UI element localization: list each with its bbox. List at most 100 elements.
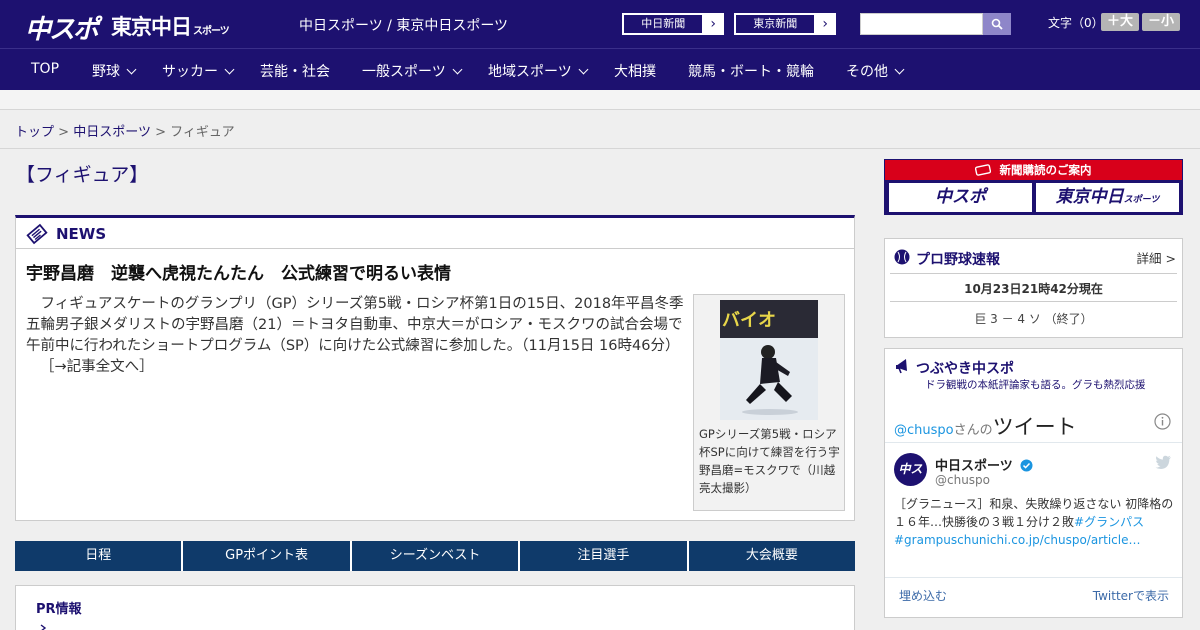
sub-logo-tokyo-small: スポーツ: [1123, 195, 1160, 205]
read-more-link[interactable]: ［→記事全文へ］: [40, 359, 154, 375]
breadcrumb-section[interactable]: 中日スポーツ: [73, 125, 151, 140]
subscription-banner-label: 新聞購読のご案内: [999, 163, 1092, 177]
nav-item-racing[interactable]: 競馬・ボート・競輪: [688, 61, 814, 81]
nav-item-local-sports[interactable]: 地域スポーツ: [488, 61, 589, 81]
nav-label: 大相撲: [614, 64, 656, 80]
nav-item-sumo[interactable]: 大相撲: [614, 61, 656, 81]
font-smaller-button[interactable]: －小: [1142, 13, 1180, 31]
info-icon[interactable]: [1154, 413, 1171, 430]
pr-title: PR情報: [36, 602, 82, 617]
tweet-author-handle[interactable]: @chuspo: [935, 473, 990, 487]
nav-label: 芸能・社会: [260, 64, 330, 80]
breadcrumb-current: フィギュア: [170, 125, 235, 140]
news-box: NEWS 宇野昌磨 逆襲へ虎視たんたん 公式練習で明るい表情 フィギュアスケート…: [15, 215, 855, 521]
tab-event-overview[interactable]: 大会概要: [688, 541, 856, 571]
divider: [885, 577, 1182, 578]
twitter-section-subtitle: ドラ観戦の本紙評論家も語る。グラも熱烈応援: [925, 379, 1146, 391]
baseball-time: 10月23日21時42分現在: [964, 282, 1103, 296]
nav-item-top[interactable]: TOP: [31, 61, 59, 77]
nav-label: 地域スポーツ: [488, 64, 572, 80]
nav-item-soccer[interactable]: サッカー: [162, 61, 235, 81]
news-label: NEWS: [56, 225, 107, 243]
tweets-heading: ツイート: [992, 415, 1077, 439]
nav-item-baseball[interactable]: 野球: [92, 61, 137, 81]
megaphone-icon: [896, 359, 907, 374]
newspaper-icon: [26, 223, 48, 245]
divider: [890, 273, 1177, 274]
chunichi-shimbun-link[interactable]: 中日新聞 ›: [622, 13, 724, 35]
tab-schedule[interactable]: 日程: [15, 541, 184, 571]
news-body: フィギュアスケートのグランプリ（GP）シリーズ第5戦・ロシア杯第1日の15日、2…: [26, 294, 686, 378]
pr-box: PR情報: [15, 585, 855, 630]
nav-item-other[interactable]: その他: [846, 61, 905, 81]
sub-logo-tokyo-text: 東京中日: [1055, 187, 1124, 207]
tab-gp-points[interactable]: GPポイント表: [183, 541, 352, 571]
nav-item-entertainment[interactable]: 芸能・社会: [260, 61, 330, 81]
search-icon: [991, 18, 1003, 30]
baseball-icon: [894, 249, 910, 265]
nav-item-general-sports[interactable]: 一般スポーツ: [362, 61, 463, 81]
tokyo-logo-sub: スポーツ: [193, 26, 230, 37]
tab-season-best[interactable]: シーズンベスト: [351, 541, 521, 571]
tab-featured-skaters[interactable]: 注目選手: [520, 541, 689, 571]
news-body-text: フィギュアスケートのグランプリ（GP）シリーズ第5戦・ロシア杯第1日の15日、2…: [26, 296, 684, 354]
bullet-icon: [40, 624, 46, 630]
nav-label: 競馬・ボート・競輪: [688, 64, 814, 80]
nav-label: 野球: [92, 64, 120, 80]
tokyo-shimbun-link[interactable]: 東京新聞 ›: [734, 13, 836, 35]
nav-label: 一般スポーツ: [362, 64, 446, 80]
avatar[interactable]: 中スポ: [894, 453, 927, 509]
tokyo-chunichi-logo[interactable]: 東京中日 スポーツ: [111, 11, 230, 41]
figure-tabs: 日程 GPポイント表 シーズンベスト 注目選手 大会概要: [15, 541, 856, 571]
sub-logo-chuspo[interactable]: 中スポ: [889, 183, 1032, 212]
twitter-card: つぶやき中スポ ドラ観戦の本紙評論家も語る。グラも熱烈応援 @chuspoさんの…: [884, 348, 1183, 618]
baseball-card: プロ野球速報 詳細 > 10月23日21時42分現在 巨 3 － 4 ソ （終了…: [884, 238, 1183, 338]
chuspo-logo[interactable]: 中スポ: [25, 9, 99, 46]
breadcrumb-separator: >: [155, 125, 166, 140]
breadcrumb: トップ > 中日スポーツ > フィギュア: [15, 121, 235, 140]
divider: [890, 301, 1177, 302]
chevron-down-icon: [894, 64, 905, 75]
embed-link[interactable]: 埋め込む: [899, 587, 947, 604]
nav-label: その他: [846, 64, 888, 80]
news-photo[interactable]: バイオ: [720, 300, 818, 420]
handle-suffix: さんの: [953, 423, 993, 438]
skater-image: バイオ: [720, 300, 818, 420]
main-nav: TOP 野球 サッカー 芸能・社会 一般スポーツ 地域スポーツ 大相撲 競馬・ボ…: [0, 48, 1200, 90]
author-name-text: 中日スポーツ: [935, 459, 1013, 474]
twitter-handle-link[interactable]: @chuspoさんのツイート: [894, 411, 1077, 441]
baseball-detail-link[interactable]: 詳細 >: [1137, 248, 1176, 267]
subscription-banner-title: 新聞購読のご案内: [885, 160, 1182, 180]
tweet-url-link[interactable]: #grampuschunichi.co.jp/chuspo/article…: [894, 533, 1140, 547]
nav-label: TOP: [31, 61, 60, 77]
nav-label: サッカー: [162, 64, 218, 80]
breadcrumb-separator: >: [58, 125, 70, 140]
view-on-twitter-link[interactable]: Twitterで表示: [1093, 587, 1169, 604]
news-photo-box: バイオ GPシリーズ第5戦・ロシア杯SPに向けて練習を行う宇野昌磨=モスクワで（…: [693, 294, 845, 511]
news-headline[interactable]: 宇野昌磨 逆襲へ虎視たんたん 公式練習で明るい表情: [26, 259, 451, 284]
photo-banner-text: バイオ: [722, 310, 776, 331]
twitter-bird-icon[interactable]: [1155, 455, 1172, 469]
page-title: 【フィギュア】: [16, 164, 149, 186]
ext-link-label: 中日新聞: [623, 14, 704, 34]
baseball-title: プロ野球速報: [916, 252, 1000, 268]
baseball-score[interactable]: 巨 3 － 4 ソ （終了）: [885, 310, 1182, 327]
news-header: NEWS: [16, 218, 854, 249]
subscription-banner[interactable]: 新聞購読のご案内 中スポ 東京中日スポーツ: [884, 159, 1183, 215]
font-larger-button[interactable]: ＋大: [1101, 13, 1139, 31]
site-names: 中日スポーツ / 東京中日スポーツ: [299, 18, 509, 34]
tweet-author-name[interactable]: 中日スポーツ: [935, 455, 1033, 474]
sub-logo-tokyo[interactable]: 東京中日スポーツ: [1036, 183, 1179, 212]
chevron-down-icon: [452, 64, 463, 75]
ticket-icon: [975, 164, 992, 176]
breadcrumb-top[interactable]: トップ: [15, 125, 54, 140]
chevron-down-icon: [224, 64, 235, 75]
font-size-label: 文字（0）: [1048, 16, 1104, 30]
search-input[interactable]: [860, 13, 983, 35]
divider: [885, 442, 1182, 443]
search-button[interactable]: [983, 13, 1011, 35]
tweet-hashtag-link[interactable]: #グランパス: [1074, 515, 1144, 529]
twitter-section-title: つぶやき中スポ: [916, 361, 1014, 377]
tweet-text[interactable]: ［グラニュース］和泉、失敗繰り返さない 初降格の１６年…快勝後の３戦１分け２敗#…: [894, 495, 1176, 549]
tokyo-logo-text: 東京中日: [111, 15, 192, 39]
